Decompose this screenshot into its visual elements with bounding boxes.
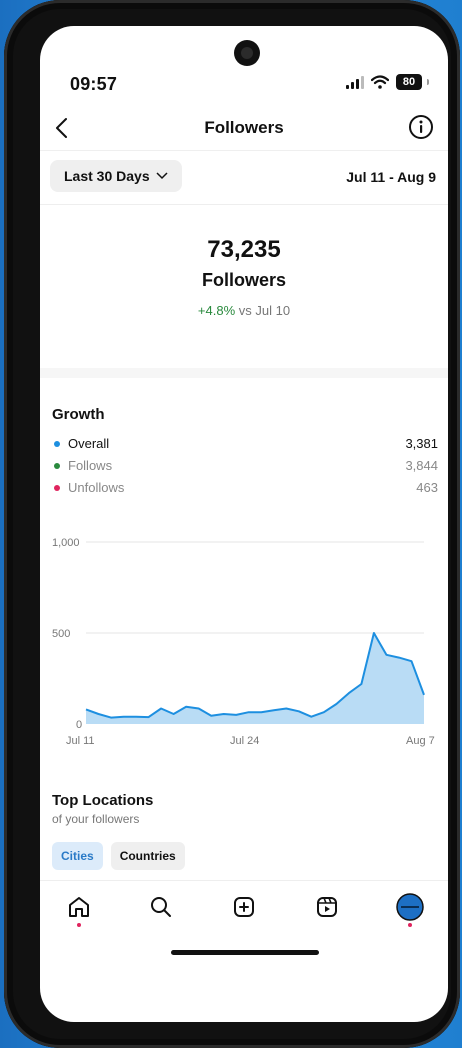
tab-countries[interactable]: Countries [110,842,185,870]
home-indicator [171,950,319,955]
legend-row-follows: Follows 3,844 [52,458,438,480]
search-icon [151,897,171,917]
tab-profile[interactable] [394,891,426,923]
profile-notification-dot [408,923,412,927]
reels-icon [317,897,337,917]
legend-dot-follows [54,463,60,469]
app-screen: 09:57 80 Followers Last 30 Days Jul 11 -… [40,26,448,1022]
battery-level: 80 [396,74,422,90]
location-tabs: Cities Countries [52,842,185,870]
legend-row-unfollows: Unfollows 463 [52,480,438,502]
page-title: Followers [204,118,284,137]
tab-home[interactable] [63,891,95,923]
legend-dot-unfollows [54,485,60,491]
legend-label-unfollows: Unfollows [68,480,125,495]
change-percent: +4.8% [197,303,236,318]
home-icon [69,897,89,917]
follower-change: +4.8% vs Jul 10 [40,303,448,318]
legend-label-overall: Overall [68,436,110,451]
change-comparison: vs Jul 10 [238,303,291,318]
status-bar: 09:57 80 [40,72,448,100]
phone-frame: 09:57 80 Followers Last 30 Days Jul 11 -… [4,0,460,1048]
x-tick-label: Jul 24 [230,735,259,747]
tab-create[interactable] [228,891,260,923]
top-nav: Followers [40,110,448,151]
y-tick-label: 500 [52,628,70,640]
date-range-label: Last 30 Days [64,168,150,184]
y-tick-label: 1,000 [52,537,80,549]
info-icon[interactable] [408,114,434,140]
chevron-down-icon [156,172,168,180]
tab-reels[interactable] [311,891,343,923]
top-locations-subtitle: of your followers [52,812,140,826]
wifi-icon [371,75,389,89]
profile-avatar-icon [396,893,424,921]
section-divider [40,368,448,378]
divider [40,204,448,205]
legend-value-unfollows: 463 [416,480,438,495]
battery-icon: 80 [396,74,429,90]
growth-title: Growth [52,406,105,423]
home-notification-dot [77,923,81,927]
date-range-row: Last 30 Days Jul 11 - Aug 9 [40,158,448,196]
tab-search[interactable] [145,891,177,923]
legend-row-overall: Overall 3,381 [52,436,438,458]
top-locations-title: Top Locations [52,792,154,809]
bottom-tab-bar [40,880,448,937]
legend-label-follows: Follows [68,458,113,473]
growth-legend: Overall 3,381 Follows 3,844 Unfollows 46… [52,436,438,502]
status-icons: 80 [346,74,429,90]
x-tick-label: Aug 7 [406,735,435,747]
status-time: 09:57 [70,74,118,94]
growth-chart: 1,000 500 0 Jul 11 Jul 24 Aug 7 [52,537,435,747]
legend-dot-overall [54,441,60,447]
front-camera [234,40,260,66]
legend-value-follows: 3,844 [405,458,438,473]
y-tick-label: 0 [76,719,82,731]
date-range-dates: Jul 11 - Aug 9 [346,169,436,185]
followers-summary: 73,235 Followers +4.8% vs Jul 10 [40,236,448,318]
signal-icon [346,75,364,89]
tab-cities[interactable]: Cities [52,842,103,870]
legend-value-overall: 3,381 [405,436,438,451]
series-area [86,633,424,724]
plus-square-icon [234,897,254,917]
follower-count-label: Followers [201,270,286,290]
follower-count: 73,235 [207,236,281,263]
date-range-button[interactable]: Last 30 Days [50,160,182,192]
x-tick-label: Jul 11 [66,735,95,747]
